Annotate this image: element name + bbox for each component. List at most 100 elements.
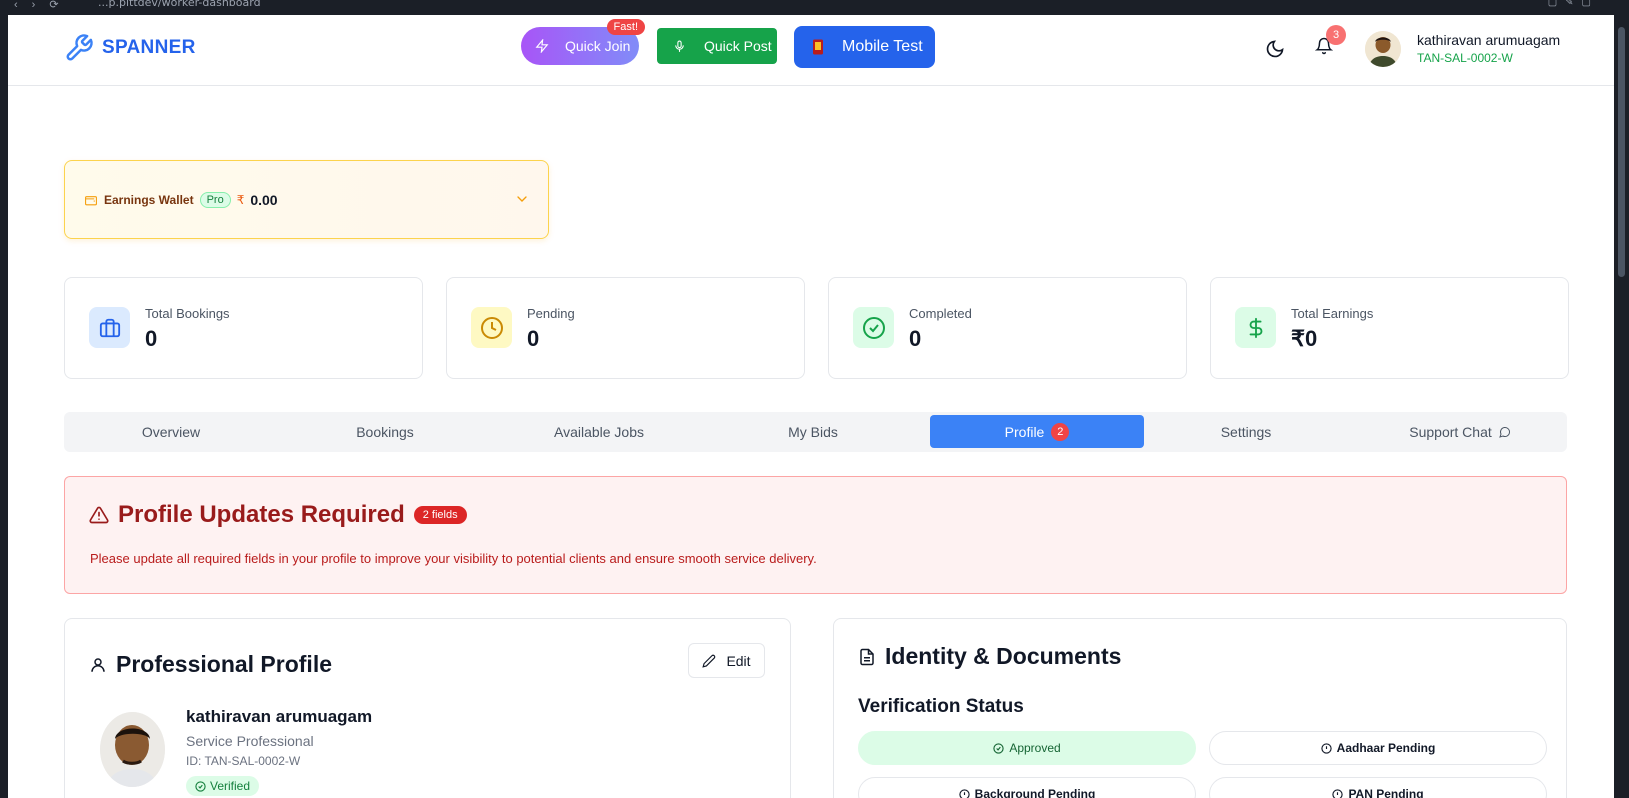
- tab-label: Profile: [1004, 423, 1045, 440]
- stat-value: 0: [527, 326, 540, 351]
- moon-icon[interactable]: [1265, 39, 1285, 59]
- status-approved: Approved: [858, 731, 1196, 765]
- quick-post-label: Quick Post: [704, 38, 772, 54]
- chevron-down-icon[interactable]: [514, 191, 530, 207]
- info-circle-icon: [1332, 788, 1344, 798]
- tab-bookings[interactable]: Bookings: [278, 415, 492, 448]
- browser-action-icons[interactable]: ▢✎▢: [1548, 0, 1599, 8]
- status-pan-pending: PAN Pending: [1209, 777, 1547, 798]
- tab-label: Bookings: [356, 423, 414, 440]
- tab-my-bids[interactable]: My Bids: [706, 415, 920, 448]
- profile-updates-alert: Profile Updates Required 2 fields Please…: [64, 476, 1567, 594]
- mic-icon: [675, 40, 684, 52]
- stat-label: Total Bookings: [145, 306, 230, 321]
- professional-profile-card: Professional Profile Edit kathiravan aru…: [64, 618, 791, 798]
- page-scrollbar[interactable]: [1614, 15, 1629, 798]
- user-avatar[interactable]: [1365, 31, 1401, 67]
- check-circle-icon: [993, 742, 1004, 754]
- browser-nav-icons[interactable]: ‹›⟳: [14, 0, 73, 11]
- brand-name: SPANNER: [102, 37, 196, 58]
- info-circle-icon: [959, 788, 970, 798]
- verified-label: Verified: [210, 779, 251, 793]
- stat-card-total-bookings: Total Bookings 0: [64, 277, 423, 379]
- user-name[interactable]: kathiravan arumuagam: [1417, 32, 1560, 48]
- stat-value: 0: [145, 326, 158, 351]
- tab-available-jobs[interactable]: Available Jobs: [492, 415, 706, 448]
- tab-label: Settings: [1220, 423, 1272, 440]
- earnings-wallet[interactable]: Earnings Wallet Pro ₹ 0.00: [64, 160, 549, 239]
- chat-icon: [1498, 426, 1510, 438]
- stat-card-total-earnings: Total Earnings ₹0: [1210, 277, 1569, 379]
- profile-role: Service Professional: [186, 733, 314, 749]
- stat-label: Pending: [527, 306, 575, 321]
- quick-join-label: Quick Join: [565, 38, 631, 54]
- pro-badge: Pro: [199, 192, 231, 208]
- tab-label: Overview: [141, 423, 201, 440]
- tab-settings[interactable]: Settings: [1139, 415, 1353, 448]
- stat-value: ₹0: [1291, 326, 1318, 351]
- dashboard-page: SPANNER Quick Join Fast! Quick Post Mobi…: [8, 15, 1614, 798]
- warning-triangle-icon: [89, 506, 109, 524]
- profile-id: ID: TAN-SAL-0002-W: [186, 754, 301, 768]
- mobile-test-button[interactable]: Mobile Test: [794, 26, 935, 68]
- phone-icon: [813, 39, 823, 55]
- documents-heading: Identity & Documents: [885, 643, 1122, 669]
- edit-profile-button[interactable]: Edit: [688, 643, 765, 678]
- tab-overview[interactable]: Overview: [64, 415, 278, 448]
- tab-label: Available Jobs: [553, 423, 645, 440]
- verification-status-title: Verification Status: [858, 696, 1024, 717]
- fields-badge: 2 fields: [413, 506, 467, 524]
- pencil-icon: [702, 654, 716, 668]
- status-background-pending: Background Pending: [858, 777, 1196, 798]
- user-id: TAN-SAL-0002-W: [1417, 51, 1513, 65]
- quick-post-button[interactable]: Quick Post: [657, 28, 777, 64]
- tab-profile[interactable]: Profile 2: [930, 415, 1144, 448]
- profile-tab-badge: 2: [1051, 422, 1070, 441]
- profile-photo: [100, 712, 165, 787]
- scrollbar-thumb[interactable]: [1618, 27, 1625, 277]
- wallet-label: Earnings Wallet: [104, 193, 194, 207]
- wrench-icon: [66, 34, 93, 61]
- info-circle-icon: [1321, 742, 1332, 754]
- profile-name: kathiravan arumuagam: [186, 707, 373, 726]
- clock-icon: [471, 307, 512, 348]
- browser-chrome: ‹›⟳ ...p.pittdev/worker-dashboard ▢✎▢: [0, 0, 1629, 14]
- verified-badge: Verified: [186, 776, 260, 796]
- status-label: Approved: [1009, 741, 1061, 755]
- edit-label: Edit: [726, 652, 751, 669]
- top-header: SPANNER Quick Join Fast! Quick Post Mobi…: [8, 15, 1614, 86]
- stat-label: Total Earnings: [1291, 306, 1374, 321]
- dollar-icon: [1235, 307, 1276, 348]
- notification-count-badge: 3: [1326, 25, 1346, 45]
- stat-value: 0: [909, 326, 922, 351]
- stat-label: Completed: [909, 306, 972, 321]
- user-icon: [91, 657, 105, 672]
- status-label: Background Pending: [974, 787, 1096, 798]
- wallet-amount: 0.00: [250, 192, 278, 208]
- check-circle-icon: [195, 780, 206, 792]
- quick-join-button[interactable]: Quick Join Fast!: [521, 19, 645, 65]
- address-bar[interactable]: ...p.pittdev/worker-dashboard: [98, 0, 261, 9]
- tab-support-chat[interactable]: Support Chat: [1353, 415, 1567, 448]
- status-aadhaar-pending: Aadhaar Pending: [1209, 731, 1547, 765]
- alert-title: Profile Updates Required: [118, 501, 405, 528]
- stat-card-completed: Completed 0: [828, 277, 1187, 379]
- wallet-icon: [85, 195, 97, 205]
- check-circle-icon: [853, 307, 894, 348]
- brand-logo[interactable]: SPANNER: [64, 33, 196, 63]
- status-label: PAN Pending: [1348, 787, 1424, 798]
- stat-card-pending: Pending 0: [446, 277, 805, 379]
- briefcase-icon: [89, 307, 130, 348]
- tab-label: Support Chat: [1409, 423, 1492, 440]
- dashboard-tabs: Overview Bookings Available Jobs My Bids…: [64, 412, 1567, 452]
- zap-icon: [535, 39, 549, 53]
- notifications-button[interactable]: 3: [1314, 25, 1346, 59]
- wallet-currency: ₹: [236, 193, 245, 207]
- alert-message: Please update all required fields in you…: [90, 551, 817, 566]
- mobile-test-label: Mobile Test: [842, 38, 923, 55]
- identity-documents-card: Identity & Documents Verification Status…: [833, 618, 1567, 798]
- profile-heading: Professional Profile: [116, 651, 333, 677]
- document-icon: [860, 648, 874, 665]
- fast-badge: Fast!: [606, 19, 645, 35]
- tab-label: My Bids: [788, 423, 838, 440]
